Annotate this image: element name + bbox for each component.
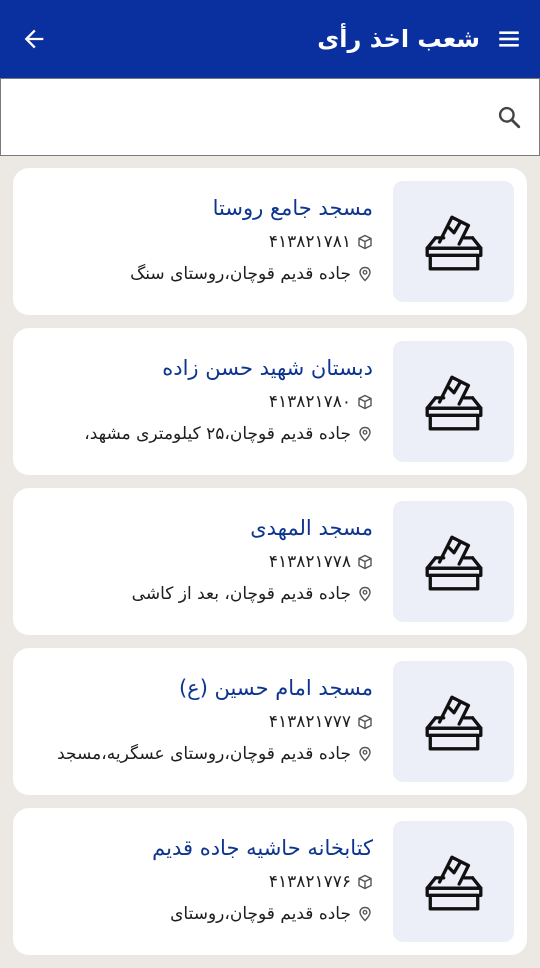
ballot-box-icon [425, 695, 482, 750]
station-code-row: ۴۱۳۸۲۱۷۷۸ [23, 550, 373, 574]
station-card[interactable]: دبستان شهید حسن زاده ۴۱۳۸۲۱۷۸۰ جاده قدیم… [13, 328, 527, 475]
station-card[interactable]: مسجد المهدی ۴۱۳۸۲۱۷۷۸ جاده قدیم قوچان، ب… [13, 488, 527, 635]
ballot-box-icon [425, 375, 482, 430]
station-address-row: جاده قدیم قوچان،روستای عسگریه،مسجد [23, 742, 373, 766]
app-bar: شعب اخذ رأی [0, 0, 540, 78]
station-code: ۴۱۳۸۲۱۷۷۸ [268, 552, 351, 572]
station-list: مسجد جامع روستا ۴۱۳۸۲۱۷۸۱ جاده قدیم قوچا… [13, 168, 527, 968]
cube-icon [357, 234, 373, 250]
station-name: دبستان شهید حسن زاده [162, 356, 373, 380]
cube-icon [357, 554, 373, 570]
station-code-row: ۴۱۳۸۲۱۷۸۰ [23, 390, 373, 414]
back-button[interactable] [18, 23, 50, 55]
station-info: کتابخانه حاشیه جاده قدیم ۴۱۳۸۲۱۷۷۶ جاده … [23, 832, 373, 926]
ballot-box-icon [425, 215, 482, 270]
station-info: مسجد امام حسین (ع) ۴۱۳۸۲۱۷۷۷ جاده قدیم ق… [23, 672, 373, 766]
thumbnail [393, 181, 514, 302]
cube-icon [357, 874, 373, 890]
station-name: مسجد المهدی [250, 516, 373, 540]
station-name: کتابخانه حاشیه جاده قدیم [152, 836, 373, 860]
thumbnail [393, 661, 514, 782]
station-address: جاده قدیم قوچان،روستای عسگریه،مسجد [57, 744, 351, 764]
station-address: جاده قدیم قوچان،۲۵ کیلومتری مشهد، [84, 424, 351, 444]
station-address-row: جاده قدیم قوچان،روستای سنگ [23, 262, 373, 286]
station-name: مسجد امام حسین (ع) [178, 676, 373, 700]
hamburger-menu-icon [499, 31, 519, 47]
station-address: جاده قدیم قوچان،روستای [170, 904, 351, 924]
cube-icon [357, 394, 373, 410]
station-name: مسجد جامع روستا [212, 196, 373, 220]
location-pin-icon [357, 586, 373, 602]
station-address: جاده قدیم قوچان،روستای سنگ [130, 264, 351, 284]
thumbnail [393, 821, 514, 942]
station-info: مسجد جامع روستا ۴۱۳۸۲۱۷۸۱ جاده قدیم قوچا… [23, 192, 373, 286]
station-code: ۴۱۳۸۲۱۷۸۱ [268, 232, 351, 252]
station-card[interactable]: مسجد امام حسین (ع) ۴۱۳۸۲۱۷۷۷ جاده قدیم ق… [13, 648, 527, 795]
search-input[interactable] [17, 86, 485, 148]
thumbnail [393, 341, 514, 462]
thumbnail [393, 501, 514, 622]
ballot-box-icon [425, 855, 482, 910]
station-card[interactable]: کتابخانه حاشیه جاده قدیم ۴۱۳۸۲۱۷۷۶ جاده … [13, 808, 527, 955]
station-code: ۴۱۳۸۲۱۷۸۰ [268, 392, 351, 412]
station-code-row: ۴۱۳۸۲۱۷۸۱ [23, 230, 373, 254]
station-code: ۴۱۳۸۲۱۷۷۷ [268, 712, 351, 732]
station-info: مسجد المهدی ۴۱۳۸۲۱۷۷۸ جاده قدیم قوچان، ب… [23, 512, 373, 606]
station-info: دبستان شهید حسن زاده ۴۱۳۸۲۱۷۸۰ جاده قدیم… [23, 352, 373, 446]
location-pin-icon [357, 266, 373, 282]
menu-button[interactable] [494, 24, 524, 54]
station-card[interactable]: مسجد جامع روستا ۴۱۳۸۲۱۷۸۱ جاده قدیم قوچا… [13, 168, 527, 315]
station-address-row: جاده قدیم قوچان،روستای [23, 902, 373, 926]
ballot-box-icon [425, 535, 482, 590]
station-code-row: ۴۱۳۸۲۱۷۷۷ [23, 710, 373, 734]
location-pin-icon [357, 906, 373, 922]
search-bar [0, 78, 540, 156]
station-address-row: جاده قدیم قوچان، بعد از کاشی [23, 582, 373, 606]
location-pin-icon [357, 746, 373, 762]
cube-icon [357, 714, 373, 730]
station-address-row: جاده قدیم قوچان،۲۵ کیلومتری مشهد، [23, 422, 373, 446]
station-address: جاده قدیم قوچان، بعد از کاشی [131, 584, 351, 604]
title-group: شعب اخذ رأی [317, 24, 524, 54]
search-icon[interactable] [495, 103, 523, 131]
arrow-left-icon [24, 29, 44, 49]
station-code-row: ۴۱۳۸۲۱۷۷۶ [23, 870, 373, 894]
station-code: ۴۱۳۸۲۱۷۷۶ [268, 872, 351, 892]
page-title: شعب اخذ رأی [317, 25, 480, 53]
location-pin-icon [357, 426, 373, 442]
